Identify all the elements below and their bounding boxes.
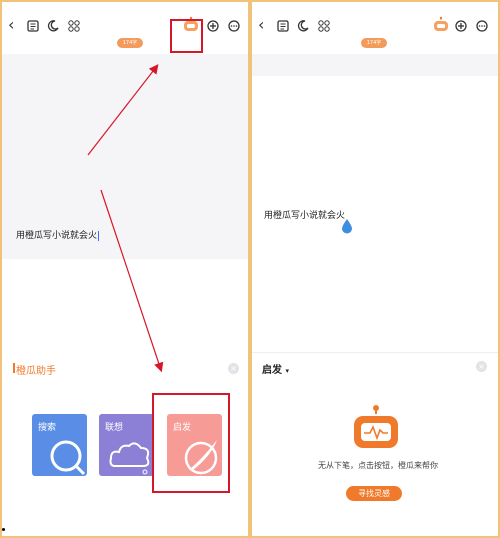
arrow-to-inspire xyxy=(100,189,164,373)
corner-dot xyxy=(2,528,5,531)
arrow-to-assistant xyxy=(87,64,159,156)
annotation-arrows xyxy=(87,64,164,373)
